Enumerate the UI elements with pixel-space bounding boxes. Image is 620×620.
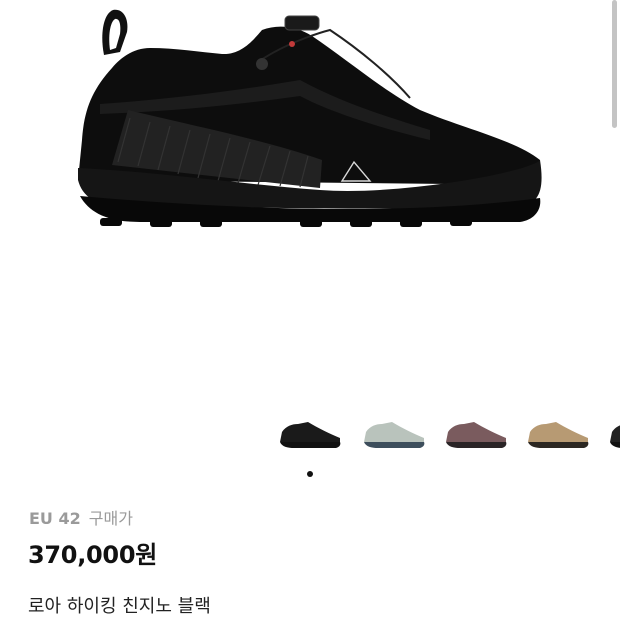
shoe-thumbnail-tan-icon [528, 422, 589, 448]
shoe-thumbnail-partial-icon [610, 425, 620, 448]
shoe-main-image [78, 9, 542, 227]
size-label: EU 42 [29, 509, 81, 528]
thumbnail-black[interactable] [278, 414, 344, 454]
thumbnail-partial[interactable] [608, 414, 620, 454]
product-hero-image [0, 0, 620, 400]
product-name: 로아 하이킹 친지노 블랙 [28, 596, 211, 617]
carousel-indicator [307, 471, 315, 479]
thumbnail-sage[interactable] [362, 414, 428, 454]
shoe-thumbnail-black-icon [280, 422, 341, 448]
shoe-thumbnail-sage-icon [364, 422, 425, 448]
thumbnail-strip [0, 414, 620, 454]
price: 370,000원 [28, 541, 157, 569]
purchase-label: 구매가 [88, 509, 133, 528]
shoe-thumbnail-mauve-icon [446, 422, 507, 448]
carousel-dot-active [307, 471, 313, 477]
thumbnail-mauve[interactable] [444, 414, 510, 454]
size-purchase-line: EU 42 구매가 [29, 505, 133, 529]
thumbnail-tan[interactable] [526, 414, 592, 454]
